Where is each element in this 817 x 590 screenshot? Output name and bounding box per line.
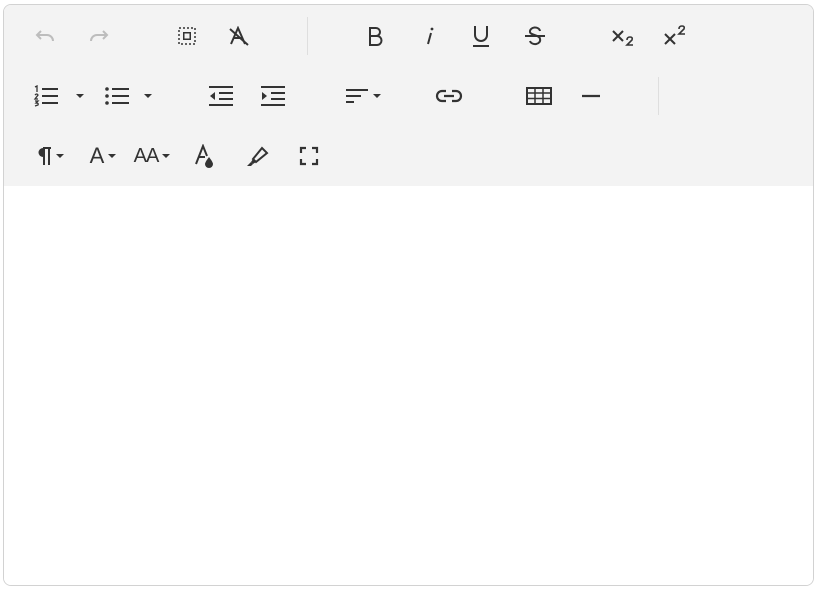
select-all-button[interactable] (172, 19, 202, 53)
remove-format-button[interactable] (224, 19, 254, 53)
ordered-list-button[interactable] (32, 79, 60, 113)
horizontal-rule-button[interactable] (576, 79, 606, 113)
remove-format-icon (229, 26, 249, 46)
editor-toolbar: A AA (4, 5, 813, 186)
bold-icon (369, 27, 383, 46)
highlight-color-button[interactable] (242, 139, 272, 173)
italic-icon (427, 27, 434, 45)
toolbar-separator (307, 17, 308, 55)
toolbar-separator (658, 77, 659, 115)
superscript-icon (664, 25, 686, 45)
bold-button[interactable] (360, 19, 390, 53)
indent-icon (261, 86, 285, 106)
align-left-icon (346, 89, 368, 103)
ordered-list-icon (33, 85, 58, 107)
font-size-label: AA (133, 145, 160, 167)
font-family-dropdown[interactable]: A (84, 139, 122, 173)
editor-content-area[interactable] (4, 186, 813, 585)
italic-button[interactable] (414, 19, 444, 53)
select-all-icon (178, 27, 196, 45)
font-color-icon (195, 144, 213, 168)
outdent-button[interactable] (206, 79, 236, 113)
link-button[interactable] (434, 79, 464, 113)
undo-icon (35, 30, 54, 42)
outdent-icon (209, 86, 233, 106)
subscript-icon (612, 30, 634, 46)
font-size-dropdown[interactable]: AA (130, 139, 174, 173)
chevron-down-icon (373, 94, 381, 98)
subscript-button[interactable] (608, 19, 640, 53)
fullscreen-icon (299, 146, 319, 166)
indent-button[interactable] (258, 79, 288, 113)
bullet-list-icon (105, 87, 129, 105)
strikethrough-icon (525, 26, 545, 46)
table-button[interactable] (524, 79, 554, 113)
link-icon (435, 89, 463, 103)
undo-button[interactable] (30, 19, 60, 53)
chevron-down-icon (76, 94, 84, 98)
highlighter-icon (247, 146, 269, 166)
table-icon (526, 87, 552, 105)
fullscreen-button[interactable] (294, 139, 324, 173)
underline-button[interactable] (466, 19, 496, 53)
chevron-down-icon (162, 154, 171, 158)
redo-icon (90, 30, 109, 42)
bullet-list-button[interactable] (102, 79, 132, 113)
redo-button[interactable] (84, 19, 114, 53)
align-dropdown-button[interactable] (342, 79, 384, 113)
font-color-button[interactable] (190, 139, 220, 173)
chevron-down-icon (56, 154, 64, 158)
underline-icon (473, 26, 489, 47)
paragraph-icon (38, 147, 51, 165)
font-family-label: A (89, 143, 105, 168)
rich-text-editor: A AA (3, 4, 814, 586)
paragraph-format-dropdown[interactable] (30, 139, 70, 173)
bullet-list-dropdown[interactable] (138, 79, 154, 113)
superscript-button[interactable] (660, 19, 692, 53)
ordered-list-dropdown[interactable] (70, 79, 86, 113)
strikethrough-button[interactable] (520, 19, 550, 53)
chevron-down-icon (108, 154, 117, 158)
horizontal-rule-icon (582, 94, 600, 98)
chevron-down-icon (144, 94, 152, 98)
